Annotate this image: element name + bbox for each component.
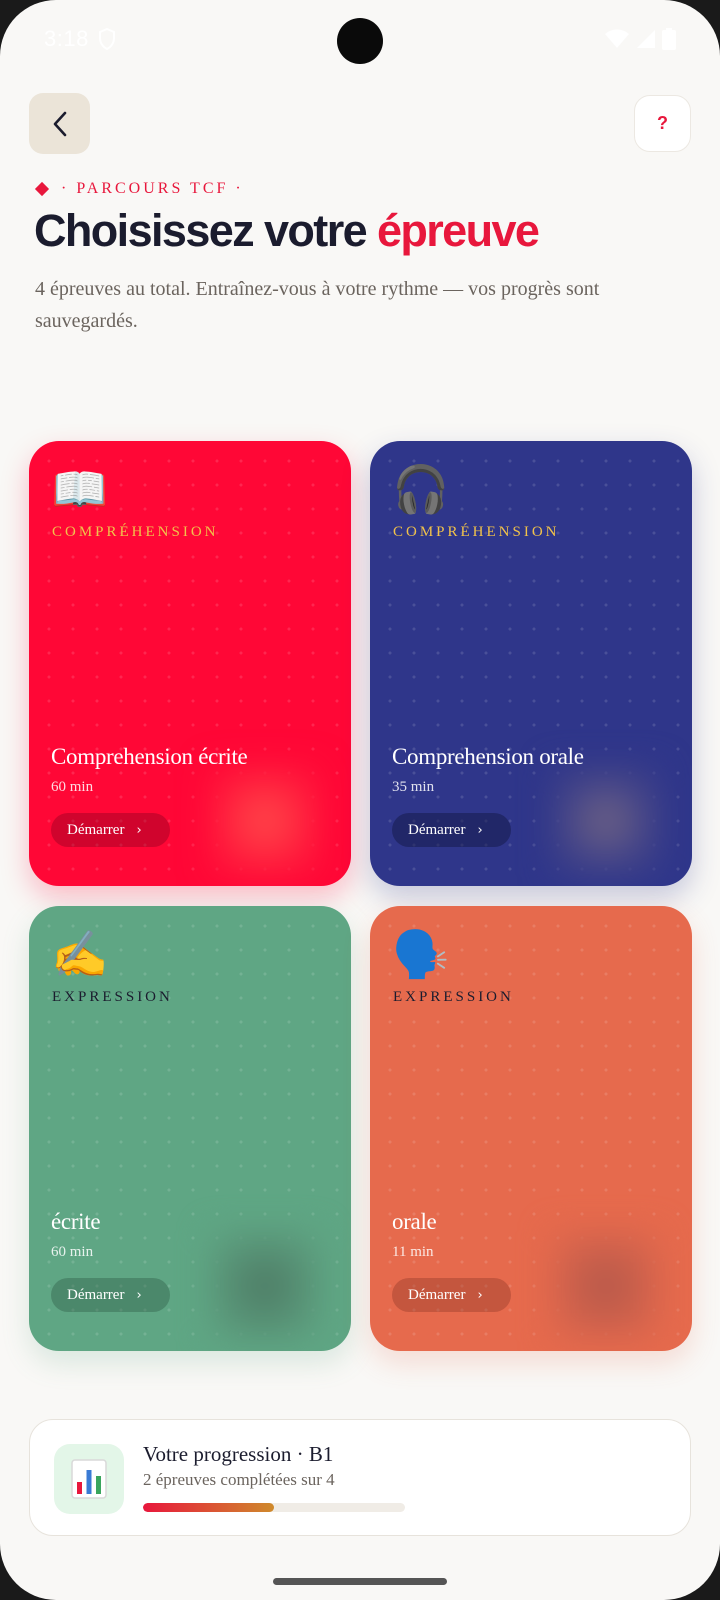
wifi-icon <box>605 29 629 48</box>
home-indicator[interactable] <box>273 1578 447 1585</box>
chevron-right-icon: › <box>477 1287 483 1303</box>
card-category: COMPRÉHENSION <box>52 524 219 540</box>
exam-card-expression-orale[interactable]: 🗣️ EXPRESSION orale 11 min Démarrer › <box>370 906 692 1351</box>
start-button-label: Démarrer <box>67 1286 125 1303</box>
back-button[interactable] <box>29 93 90 154</box>
start-button-label: Démarrer <box>67 821 125 838</box>
progress-title: Votre progression · B1 <box>143 1442 334 1466</box>
progress-subtitle: 2 épreuves complétées sur 4 <box>143 1470 335 1489</box>
speaking-head-icon: 🗣️ <box>392 927 450 981</box>
card-duration: 60 min <box>51 1244 94 1260</box>
progress-card[interactable]: Votre progression · B1 2 épreuves complé… <box>29 1419 691 1536</box>
card-glow <box>548 1228 664 1344</box>
chevron-left-icon <box>53 111 66 136</box>
eyebrow-label: · PARCOURS TCF · <box>61 180 244 197</box>
card-duration: 35 min <box>392 779 435 795</box>
start-button-label: Démarrer <box>408 1286 466 1303</box>
card-title: orale <box>392 1209 437 1234</box>
title-main: Choisissez votre <box>34 205 377 256</box>
start-button[interactable]: Démarrer › <box>51 1278 170 1312</box>
page-subtitle: 4 épreuves au total. Entraînez-vous à vo… <box>35 278 600 332</box>
chevron-right-icon: › <box>477 822 483 838</box>
card-glow <box>548 763 664 879</box>
help-button[interactable]: ? <box>634 95 691 152</box>
open-book-icon: 📖 <box>51 462 109 516</box>
card-glow <box>207 763 323 879</box>
status-bar: 3:18 <box>0 0 720 80</box>
battery-icon <box>662 28 676 50</box>
front-camera <box>337 18 383 64</box>
headphones-icon: 🎧 <box>392 462 450 516</box>
card-duration: 60 min <box>51 779 94 795</box>
exam-card-expression-ecrite[interactable]: ✍️ EXPRESSION écrite 60 min Démarrer › <box>29 906 351 1351</box>
section-eyebrow: · PARCOURS TCF · <box>34 180 244 198</box>
card-category: EXPRESSION <box>393 989 514 1005</box>
exam-card-comprehension-ecrite[interactable]: 📖 COMPRÉHENSION Comprehension écrite 60 … <box>29 441 351 886</box>
status-time: 3:18 <box>44 26 89 51</box>
status-icons <box>604 28 676 50</box>
start-button-label: Démarrer <box>408 821 466 838</box>
chevron-right-icon: › <box>136 1287 142 1303</box>
card-category: EXPRESSION <box>52 989 173 1005</box>
card-glow <box>207 1228 323 1344</box>
card-title: écrite <box>51 1209 101 1234</box>
card-category: COMPRÉHENSION <box>393 524 560 540</box>
page-title: Choisissez votre épreuve <box>34 205 540 257</box>
exam-card-comprehension-orale[interactable]: 🎧 COMPRÉHENSION Comprehension orale 35 m… <box>370 441 692 886</box>
chevron-right-icon: › <box>136 822 142 838</box>
shield-icon <box>99 28 115 50</box>
card-title: Comprehension écrite <box>51 744 248 769</box>
writing-hand-icon: ✍️ <box>51 927 109 981</box>
bar-chart-icon <box>54 1444 124 1514</box>
card-duration: 11 min <box>392 1244 434 1260</box>
progress-bar-fill <box>143 1503 274 1512</box>
title-accent: épreuve <box>376 205 540 256</box>
app-screen: 3:18 ? · PARCOURS TCF · Choisissez votre… <box>0 0 720 1600</box>
progress-bar <box>143 1503 405 1512</box>
start-button[interactable]: Démarrer › <box>392 1278 511 1312</box>
start-button[interactable]: Démarrer › <box>51 813 170 847</box>
card-title: Comprehension orale <box>392 744 584 769</box>
start-button[interactable]: Démarrer › <box>392 813 511 847</box>
signal-icon <box>637 30 655 48</box>
diamond-icon <box>34 181 50 197</box>
bar-chart-graphic <box>71 1459 107 1499</box>
